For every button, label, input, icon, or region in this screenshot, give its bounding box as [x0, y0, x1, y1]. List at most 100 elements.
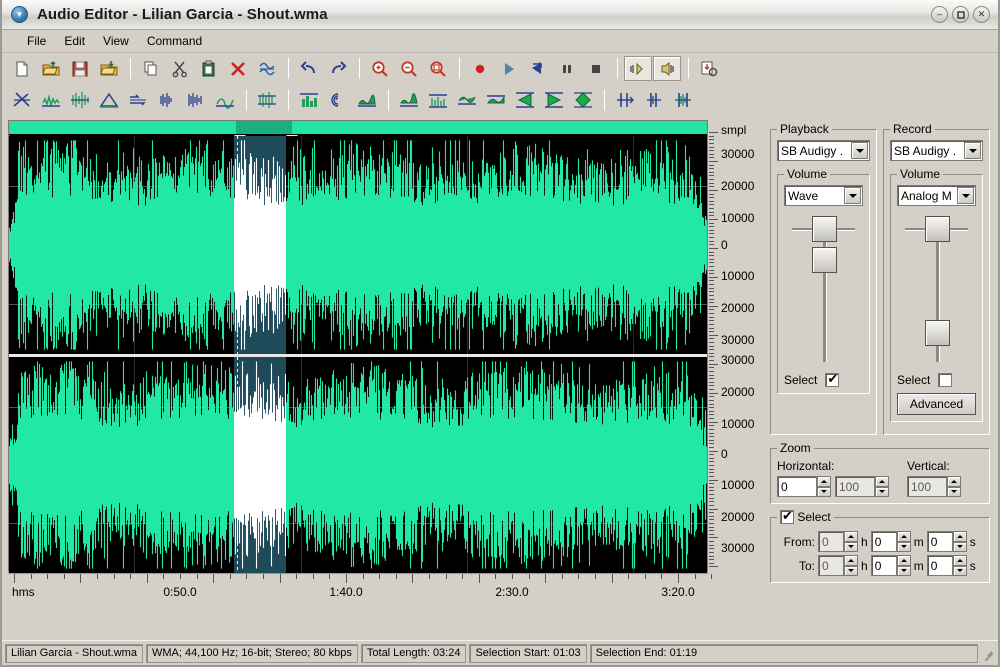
delete-x-icon[interactable] — [224, 56, 252, 81]
paste-clipboard-icon[interactable] — [195, 56, 223, 81]
playback-balance-thumb[interactable] — [812, 216, 837, 242]
reverse-icon[interactable] — [153, 88, 181, 113]
record-select-checkbox[interactable] — [938, 373, 952, 387]
zoom-vertical-label: Vertical: — [907, 459, 961, 473]
zoom-vertical-spinner[interactable] — [907, 476, 961, 497]
zoom-full-icon[interactable] — [424, 56, 452, 81]
select-range-checkbox[interactable] — [780, 510, 794, 524]
menu-view[interactable]: View — [94, 32, 138, 50]
spectral-icon[interactable] — [253, 88, 281, 113]
zoom-in-icon[interactable] — [366, 56, 394, 81]
copy-icon[interactable] — [137, 56, 165, 81]
amplitude-tick-label: 20000 — [721, 179, 754, 193]
to-hours-spinner[interactable] — [818, 555, 858, 576]
to-seconds-spinner[interactable] — [927, 555, 967, 576]
save-as-icon[interactable] — [95, 56, 123, 81]
playback-device-value: SB Audigy . — [781, 144, 843, 158]
cut-scissors-icon[interactable] — [166, 56, 194, 81]
advanced-button[interactable]: Advanced — [897, 393, 976, 415]
record-device-combo[interactable]: SB Audigy . — [890, 140, 983, 161]
amplify-icon[interactable] — [37, 88, 65, 113]
waveform-display[interactable] — [8, 120, 708, 572]
zoom-vertical-input[interactable] — [907, 476, 947, 497]
zoom-horizontal-start-input[interactable] — [777, 476, 817, 497]
trim-right-icon[interactable] — [424, 88, 452, 113]
zoom-horizontal-end-spinner[interactable] — [835, 476, 889, 497]
record-volume-source-combo[interactable]: Analog M — [897, 185, 976, 206]
open-folder-icon[interactable] — [37, 56, 65, 81]
record-volume-thumb[interactable] — [925, 320, 950, 346]
minimize-button[interactable]: – — [931, 6, 948, 23]
to-hours-input[interactable] — [818, 555, 844, 576]
chevron-down-icon[interactable] — [957, 187, 974, 204]
time-tick-label: 3:20.0 — [661, 585, 694, 599]
menu-file[interactable]: File — [18, 32, 55, 50]
menu-edit[interactable]: Edit — [55, 32, 94, 50]
silence-icon[interactable] — [453, 88, 481, 113]
invert-icon[interactable] — [124, 88, 152, 113]
trim-left-icon[interactable] — [395, 88, 423, 113]
insert-silence-icon[interactable] — [482, 88, 510, 113]
redo-arrow-icon[interactable] — [324, 56, 352, 81]
from-hours-spinner[interactable] — [818, 531, 858, 552]
mix-paste-icon[interactable] — [253, 56, 281, 81]
file-properties-icon[interactable] — [695, 56, 723, 81]
fade-icon[interactable] — [95, 88, 123, 113]
playback-select-checkbox[interactable] — [825, 373, 839, 387]
amplitude-tick-label: 20000 — [721, 510, 754, 524]
echo-icon[interactable] — [324, 88, 352, 113]
marker-prev-icon[interactable] — [640, 88, 668, 113]
record-icon[interactable] — [466, 56, 494, 81]
loop-play-icon[interactable] — [524, 56, 552, 81]
play-right-channel-icon[interactable] — [653, 56, 681, 81]
normalize-icon[interactable] — [8, 88, 36, 113]
overview-strip[interactable] — [9, 121, 707, 135]
record-group-label: Record — [890, 122, 935, 136]
chevron-down-icon[interactable] — [851, 142, 868, 159]
from-minutes-input[interactable] — [871, 531, 897, 552]
menu-command[interactable]: Command — [138, 32, 211, 50]
from-seconds-spinner[interactable] — [927, 531, 967, 552]
play-icon[interactable] — [495, 56, 523, 81]
zoom-out-icon[interactable] — [395, 56, 423, 81]
playback-volume-source-combo[interactable]: Wave — [784, 185, 863, 206]
record-balance-thumb[interactable] — [925, 216, 950, 242]
to-minutes-spinner[interactable] — [871, 555, 911, 576]
to-minutes-input[interactable] — [871, 555, 897, 576]
time-ruler[interactable]: hms 0:50.0 1:40.0 2:30.0 3:20.0 — [8, 573, 708, 603]
toolbar-separator — [359, 58, 360, 79]
crossfade-icon[interactable] — [569, 88, 597, 113]
from-seconds-input[interactable] — [927, 531, 953, 552]
chevron-down-icon[interactable] — [964, 142, 981, 159]
noise-reduction-icon[interactable] — [66, 88, 94, 113]
maximize-button[interactable] — [952, 6, 969, 23]
marker-add-icon[interactable] — [611, 88, 639, 113]
compress-icon[interactable] — [211, 88, 239, 113]
stop-icon[interactable] — [582, 56, 610, 81]
zoom-horizontal-start-spinner[interactable] — [777, 476, 831, 497]
marker-next-icon[interactable] — [669, 88, 697, 113]
play-left-channel-icon[interactable] — [624, 56, 652, 81]
to-seconds-input[interactable] — [927, 555, 953, 576]
waveform-channel-2[interactable] — [9, 357, 707, 573]
pause-icon[interactable] — [553, 56, 581, 81]
equalize-icon[interactable] — [182, 88, 210, 113]
save-disk-icon[interactable] — [66, 56, 94, 81]
fade-out-icon[interactable] — [540, 88, 568, 113]
playback-volume-thumb[interactable] — [812, 247, 837, 273]
from-hours-input[interactable] — [818, 531, 844, 552]
resize-grip[interactable] — [981, 646, 995, 660]
reverb-icon[interactable] — [353, 88, 381, 113]
fade-in-icon[interactable] — [511, 88, 539, 113]
playback-device-combo[interactable]: SB Audigy . — [777, 140, 870, 161]
chevron-down-icon[interactable] — [844, 187, 861, 204]
toolbar-separator — [617, 58, 618, 79]
from-minutes-spinner[interactable] — [871, 531, 911, 552]
statistics-icon[interactable] — [295, 88, 323, 113]
zoom-horizontal-end-input[interactable] — [835, 476, 875, 497]
new-file-icon[interactable] — [8, 56, 36, 81]
channel-1-waveform — [9, 136, 707, 354]
undo-arrow-icon[interactable] — [295, 56, 323, 81]
waveform-channel-1[interactable] — [9, 136, 707, 354]
close-button[interactable]: ✕ — [973, 6, 990, 23]
